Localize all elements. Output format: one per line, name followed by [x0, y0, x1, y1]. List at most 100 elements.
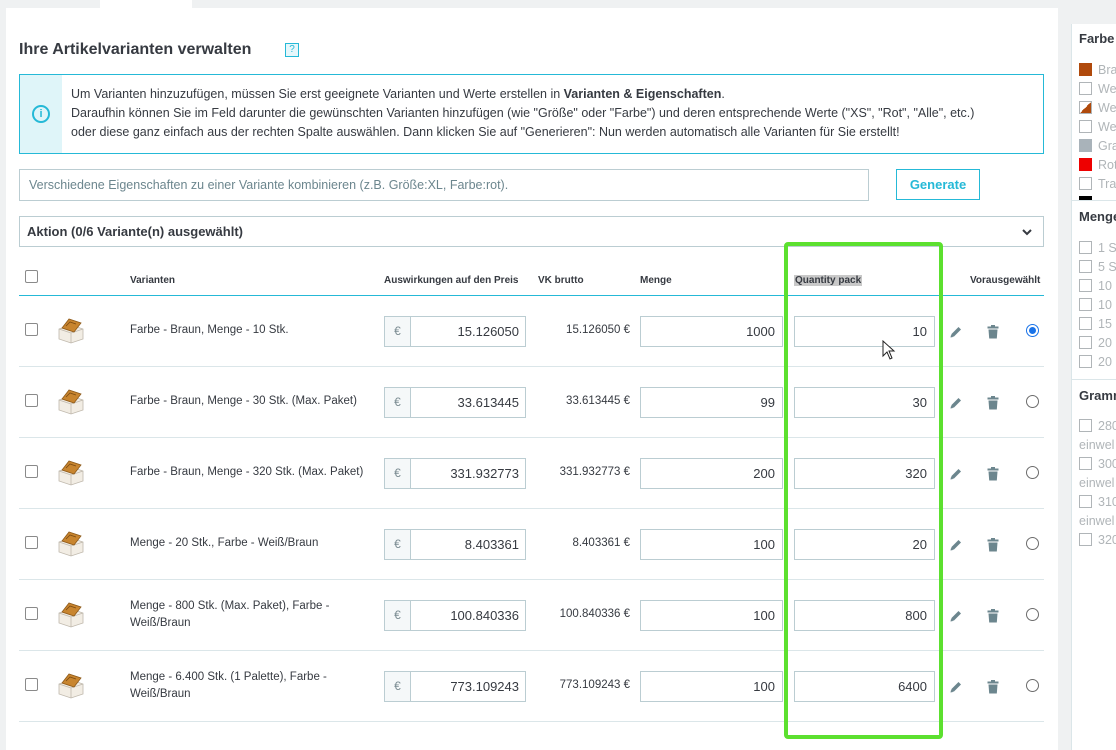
info-link-variants[interactable]: Varianten & Eigenschaften — [564, 87, 722, 101]
sidebar-quantity-option[interactable]: 20 — [1079, 336, 1112, 350]
default-variant-radio[interactable] — [1026, 537, 1039, 550]
row-checkbox[interactable] — [25, 465, 38, 478]
sidebar-color-option[interactable]: Tra — [1079, 177, 1116, 191]
default-variant-radio[interactable] — [1026, 679, 1039, 692]
generate-button[interactable]: Generate — [896, 169, 980, 200]
quantity-input[interactable]: 100 — [640, 529, 783, 560]
quantity-option-label: 15 — [1098, 317, 1112, 331]
sidebar-quantity-option[interactable]: 5 S — [1079, 260, 1116, 274]
delete-icon[interactable] — [987, 538, 999, 552]
option-checkbox[interactable] — [1079, 241, 1092, 254]
variant-name: Menge - 20 Stk., Farbe - Weiß/Braun — [130, 537, 319, 549]
edit-icon[interactable] — [949, 680, 963, 694]
price-impact-input[interactable]: 773.109243 — [410, 671, 526, 702]
sidebar-weight-option[interactable]: 280 — [1079, 419, 1116, 433]
column-header-gross: VK brutto — [538, 275, 584, 286]
sidebar-weight-option[interactable]: 300 — [1079, 457, 1116, 471]
price-impact-input[interactable]: 8.403361 — [410, 529, 526, 560]
option-checkbox[interactable] — [1079, 336, 1092, 349]
gross-price: 15.126050 € — [566, 324, 630, 336]
info-box: i Um Varianten hinzuzufügen, müssen Sie … — [19, 74, 1044, 154]
quantity-pack-input[interactable]: 20 — [794, 529, 935, 560]
default-variant-radio[interactable] — [1026, 324, 1039, 337]
combine-input[interactable]: Verschiedene Eigenschaften zu einer Vari… — [19, 169, 869, 201]
sidebar-menge-title: Menge — [1079, 209, 1116, 224]
delete-icon[interactable] — [987, 609, 999, 623]
price-impact-input[interactable]: 100.840336 — [410, 600, 526, 631]
sidebar-weight-option[interactable]: einwel — [1079, 476, 1114, 490]
quantity-pack-input[interactable]: 6400 — [794, 671, 935, 702]
sidebar-color-option[interactable]: Rot — [1079, 158, 1116, 172]
quantity-input[interactable]: 200 — [640, 458, 783, 489]
sidebar-color-option[interactable]: We — [1079, 120, 1116, 134]
row-checkbox[interactable] — [25, 607, 38, 620]
table-header-divider — [19, 295, 1044, 296]
column-header-variants: Varianten — [130, 275, 176, 286]
sidebar-color-option[interactable]: Gra — [1079, 139, 1116, 153]
select-all-checkbox[interactable] — [25, 270, 38, 283]
sidebar-weight-option[interactable]: 310 — [1079, 495, 1116, 509]
delete-icon[interactable] — [987, 467, 999, 481]
delete-icon[interactable] — [987, 325, 999, 339]
option-checkbox[interactable] — [1079, 279, 1092, 292]
sidebar-quantity-option[interactable]: 10 — [1079, 279, 1112, 293]
delete-icon[interactable] — [987, 680, 999, 694]
color-swatch[interactable] — [1079, 196, 1098, 210]
quantity-pack-input[interactable]: 10 — [794, 316, 935, 347]
option-checkbox[interactable] — [1079, 260, 1092, 273]
option-checkbox[interactable] — [1079, 457, 1092, 470]
price-impact-input[interactable]: 15.126050 — [410, 316, 526, 347]
sidebar-color-option[interactable]: We — [1079, 82, 1116, 96]
row-checkbox[interactable] — [25, 536, 38, 549]
quantity-pack-input[interactable]: 30 — [794, 387, 935, 418]
option-checkbox[interactable] — [1079, 495, 1092, 508]
edit-icon[interactable] — [949, 538, 963, 552]
product-thumbnail — [58, 531, 84, 557]
sidebar-quantity-option[interactable]: 1 S — [1079, 241, 1116, 255]
row-checkbox[interactable] — [25, 323, 38, 336]
row-divider — [19, 508, 1044, 509]
default-variant-radio[interactable] — [1026, 395, 1039, 408]
sidebar-quantity-option[interactable]: 20 — [1079, 355, 1112, 369]
sidebar-weight-option[interactable]: einwel — [1079, 438, 1114, 452]
option-checkbox[interactable] — [1079, 533, 1092, 546]
quantity-input[interactable]: 99 — [640, 387, 783, 418]
help-icon[interactable]: ? — [285, 43, 299, 57]
product-thumbnail — [58, 318, 84, 344]
row-divider — [19, 650, 1044, 651]
price-impact-input[interactable]: 33.613445 — [410, 387, 526, 418]
sidebar-quantity-option[interactable]: 10 — [1079, 298, 1112, 312]
option-checkbox[interactable] — [1079, 298, 1092, 311]
edit-icon[interactable] — [949, 396, 963, 410]
default-variant-radio[interactable] — [1026, 466, 1039, 479]
price-impact-input[interactable]: 331.932773 — [410, 458, 526, 489]
color-swatch — [1079, 101, 1092, 114]
option-checkbox[interactable] — [1079, 419, 1092, 432]
info-line1-post: . — [721, 87, 725, 101]
sidebar-weight-option[interactable]: einwel — [1079, 514, 1114, 528]
sidebar-quantity-option[interactable]: 15 — [1079, 317, 1112, 331]
option-checkbox[interactable] — [1079, 355, 1092, 368]
sidebar-weight-option[interactable]: 320 — [1079, 533, 1116, 547]
quantity-input[interactable]: 100 — [640, 600, 783, 631]
sidebar-color-option[interactable]: We — [1079, 101, 1116, 115]
column-header-default: Vorausgewählt — [970, 275, 1041, 286]
edit-icon[interactable] — [949, 609, 963, 623]
color-swatch — [1079, 139, 1092, 152]
edit-icon[interactable] — [949, 467, 963, 481]
quantity-input[interactable]: 1000 — [640, 316, 783, 347]
edit-icon[interactable] — [949, 325, 963, 339]
quantity-pack-input[interactable]: 320 — [794, 458, 935, 489]
row-divider — [19, 366, 1044, 367]
row-checkbox[interactable] — [25, 394, 38, 407]
row-checkbox[interactable] — [25, 678, 38, 691]
bulk-action-dropdown[interactable]: Aktion (0/6 Variante(n) ausgewählt) — [19, 216, 1044, 247]
quantity-input[interactable]: 100 — [640, 671, 783, 702]
product-thumbnail — [58, 673, 84, 699]
option-checkbox[interactable] — [1079, 317, 1092, 330]
quantity-pack-input[interactable]: 800 — [794, 600, 935, 631]
sidebar-color-option[interactable]: Bra — [1079, 63, 1116, 77]
delete-icon[interactable] — [987, 396, 999, 410]
variant-name: Farbe - Braun, Menge - 320 Stk. (Max. Pa… — [130, 466, 364, 478]
default-variant-radio[interactable] — [1026, 608, 1039, 621]
